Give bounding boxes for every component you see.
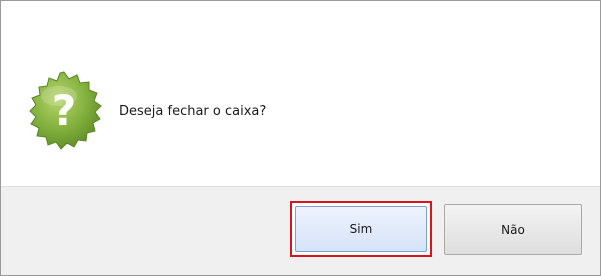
yes-button-focus-outline: Sim (290, 201, 432, 257)
dialog-footer: Sim Não (1, 186, 600, 275)
yes-button[interactable]: Sim (295, 206, 427, 252)
dialog-content: ? Deseja fechar o caixa? (1, 1, 600, 186)
no-button[interactable]: Não (444, 204, 582, 255)
confirm-dialog: ? Deseja fechar o caixa? Sim Não (0, 0, 601, 276)
dialog-message: Deseja fechar o caixa? (119, 104, 267, 119)
svg-text:?: ? (52, 86, 76, 135)
question-badge-icon: ? (23, 70, 105, 152)
